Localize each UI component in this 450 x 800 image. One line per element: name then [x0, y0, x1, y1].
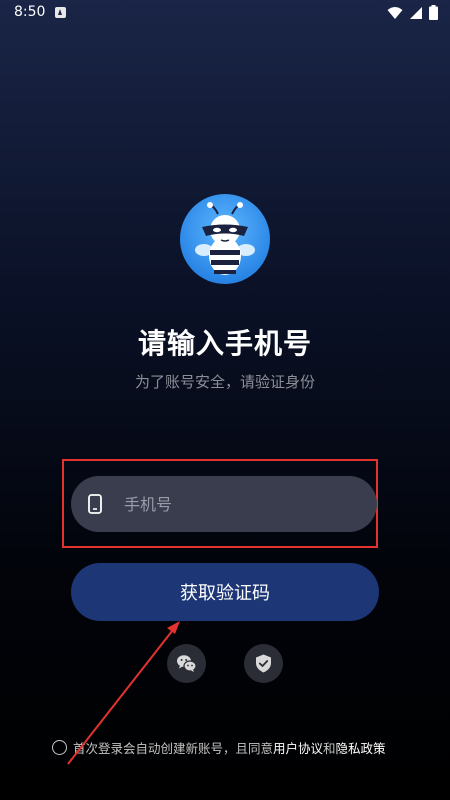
signal-icon	[410, 6, 422, 19]
page-subtitle: 为了账号安全，请验证身份	[134, 373, 315, 391]
status-icons	[387, 5, 438, 20]
wechat-login-button[interactable]	[167, 644, 206, 683]
agreement-text: 首次登录会自动创建新账号，且同意	[73, 740, 274, 756]
user-agreement-link[interactable]: 用户协议	[273, 738, 323, 757]
phone-field[interactable]	[71, 476, 377, 532]
status-time: 8:50	[14, 4, 46, 20]
battery-icon	[429, 5, 438, 20]
privacy-policy-link[interactable]: 隐私政策	[336, 738, 386, 757]
notification-icon	[55, 7, 66, 18]
page-title: 请输入手机号	[137, 327, 312, 360]
phone-icon	[88, 494, 102, 514]
wifi-icon	[387, 6, 403, 19]
wechat-icon	[177, 655, 197, 672]
bee-mascot-icon	[195, 202, 255, 275]
get-code-button[interactable]: 获取验证码	[71, 563, 379, 621]
annotation-arrow	[67, 621, 180, 765]
status-bar: 8:50	[0, 0, 450, 26]
shield-check-icon	[256, 654, 271, 673]
agreement-row: 首次登录会自动创建新账号，且同意 用户协议 和 隐私政策	[52, 738, 386, 756]
security-login-button[interactable]	[244, 644, 283, 683]
agreement-and-text: 和	[323, 740, 336, 756]
phone-input[interactable]	[124, 476, 364, 532]
agreement-checkbox[interactable]	[52, 739, 67, 755]
app-logo	[180, 194, 270, 284]
